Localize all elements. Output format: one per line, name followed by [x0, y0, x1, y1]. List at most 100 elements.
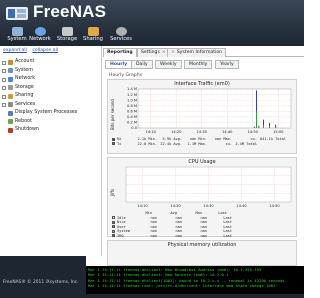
tab-settings[interactable]: Settings × [137, 48, 170, 57]
legend-row: IRQ nan nan nan Last [112, 234, 235, 239]
console-log: Mar 1 15:11:11 freenas dhclient: New Bro… [86, 266, 304, 294]
tab-daily[interactable]: Daily [131, 60, 153, 69]
app-logo-text: FreeNAS [33, 2, 107, 21]
tree-controls: expand all collapse all [3, 48, 62, 53]
account-icon [8, 59, 13, 65]
sidebar-item-label: Display System Processes [15, 110, 78, 115]
process-icon [8, 110, 13, 116]
x-tick-label: 15:00 [273, 130, 284, 134]
cpu-plot: 14:10 14:20 14:30 14:40 14:50 [125, 166, 292, 208]
legend-swatch [112, 234, 115, 238]
nav-label: Services [110, 36, 132, 42]
sidebar-item-system[interactable]: System [2, 67, 100, 76]
sharing-icon [87, 27, 99, 36]
tab-monthly[interactable]: Monthly [184, 60, 213, 69]
tab-bar: Reporting Settings × × System Information [103, 48, 304, 57]
nav-services-button[interactable]: Services [106, 27, 136, 45]
y-tick-label: 0.6 M [127, 109, 137, 113]
sidebar-item-label: Account [15, 59, 35, 64]
legend-value: 1.1M Max. [187, 141, 207, 146]
expand-all-link[interactable]: expand all [3, 48, 27, 53]
sidebar-item-label: Network [15, 76, 36, 81]
legend-value: 2.4M Total [235, 141, 257, 146]
tab-reporting[interactable]: Reporting [103, 48, 137, 57]
interface-traffic-graph: Interface Traffic (em0) Bits per second … [107, 79, 297, 154]
storage-icon [8, 85, 13, 91]
tab-yearly[interactable]: Yearly [215, 60, 239, 69]
expand-icon[interactable] [2, 60, 6, 65]
sidebar-tree-panel: expand all collapse all Account System Net… [0, 46, 102, 256]
close-icon[interactable]: × [162, 50, 166, 55]
traffic-legend: Rx 2.1k Min. 5.9k Avg. nan Min. nan Max. cu. 6… [112, 137, 286, 146]
y-tick-label: 1.0 M [127, 98, 137, 102]
sidebar-item-label: Sharing [15, 93, 34, 98]
sharing-icon [8, 93, 13, 99]
legend-value: nan [200, 233, 208, 238]
traffic-plot: 0.00.2 M 0.4 M 0.6 M0.8 M 1.0 M1.2 M 1.4 M 14… [127, 87, 292, 134]
tab-system-information[interactable]: × System Information [167, 48, 227, 57]
sidebar-item-storage[interactable]: Storage [2, 84, 100, 93]
cpu-usage-graph: CPU Usage Jiffs 14:10 14:20 14:30 14:40 14:5… [107, 157, 297, 239]
tab-label: Settings [141, 50, 160, 55]
subtab-label: Monthly [189, 62, 208, 67]
services-icon [115, 27, 127, 36]
y-tick-label: 0.0 [131, 126, 137, 130]
y-tick-label: 0.8 M [127, 104, 137, 108]
expand-icon[interactable] [2, 77, 6, 82]
y-tick-label: 1.2 M [127, 93, 137, 97]
reboot-icon [8, 119, 13, 125]
legend-swatch [112, 137, 115, 141]
system-icon [11, 27, 23, 36]
legend-series-name: IRQ [117, 233, 124, 238]
legend-value: nan [175, 233, 183, 238]
sidebar-item-label: Shutdown [15, 127, 39, 132]
expand-icon[interactable] [2, 103, 6, 107]
sidebar-item-label: Storage [15, 84, 34, 90]
x-tick-label: 14:40 [236, 204, 247, 208]
nav-network-button[interactable]: Network [25, 27, 55, 45]
console-line: Mar 1 15:11:11 freenas root: /etc/rc.d/d… [88, 283, 276, 289]
sidebar-item-services[interactable]: Services [2, 101, 100, 110]
tab-hourly[interactable]: Hourly [105, 60, 133, 69]
legend-value: Last [223, 233, 232, 238]
expand-icon[interactable] [2, 86, 6, 90]
legend-swatch [112, 225, 115, 229]
x-tick-label: 14:10 [137, 204, 148, 208]
legend-series-name: Tx [117, 141, 122, 146]
nav-sharing-button[interactable]: Sharing [78, 27, 108, 45]
expand-icon[interactable] [2, 94, 6, 99]
sidebar-item-display-system-processes[interactable]: Display System Processes [2, 109, 100, 118]
legend-value: nan [150, 233, 158, 238]
freenas-logo-icon [6, 7, 28, 20]
x-tick-label: 14:30 [203, 204, 214, 208]
bottom-strip [86, 294, 304, 298]
cpu-legend: Min Avg Max Last Idle nan nan nan Last Nice nan nan… [112, 211, 235, 239]
nav-label: Sharing [83, 36, 103, 42]
subtab-label: Daily [136, 62, 148, 67]
network-icon [34, 27, 46, 36]
system-icon [8, 68, 13, 74]
network-icon [8, 76, 13, 82]
sidebar-item-account[interactable]: Account [2, 58, 100, 67]
y-axis-label: Bits per second [110, 99, 115, 130]
y-tick-label: 0.2 M [127, 121, 137, 125]
close-icon[interactable]: × [171, 50, 175, 55]
collapse-all-link[interactable]: collapse all [32, 48, 58, 53]
sidebar-item-reboot[interactable]: Reboot [2, 118, 100, 127]
plot-area [137, 88, 292, 129]
memory-utilization-graph: Physical memory utilization [107, 240, 297, 266]
sidebar-item-sharing[interactable]: Sharing [2, 92, 100, 101]
x-tick-label: 14:10 [146, 130, 157, 134]
main-content: Reporting Settings × × System Information … [103, 46, 304, 266]
sidebar-item-network[interactable]: Network [2, 75, 100, 84]
legend-swatch [112, 142, 115, 146]
y-tick-label: 0.4 M [127, 115, 137, 119]
top-header: FreeNAS System Network Storage Sharing S… [0, 0, 304, 46]
sidebar-item-shutdown[interactable]: Shutdown [2, 126, 100, 135]
sidebar-item-label: System [15, 67, 33, 73]
tab-weekly[interactable]: Weekly [155, 60, 182, 69]
navigation-tree: Account System Network Storage Sharing Servic… [2, 58, 100, 135]
copyright-text: FreeNAS® © 2011 iXsystems, Inc. [3, 280, 79, 285]
expand-icon[interactable] [2, 69, 6, 73]
section-heading: Hourly Graphs [109, 73, 143, 78]
